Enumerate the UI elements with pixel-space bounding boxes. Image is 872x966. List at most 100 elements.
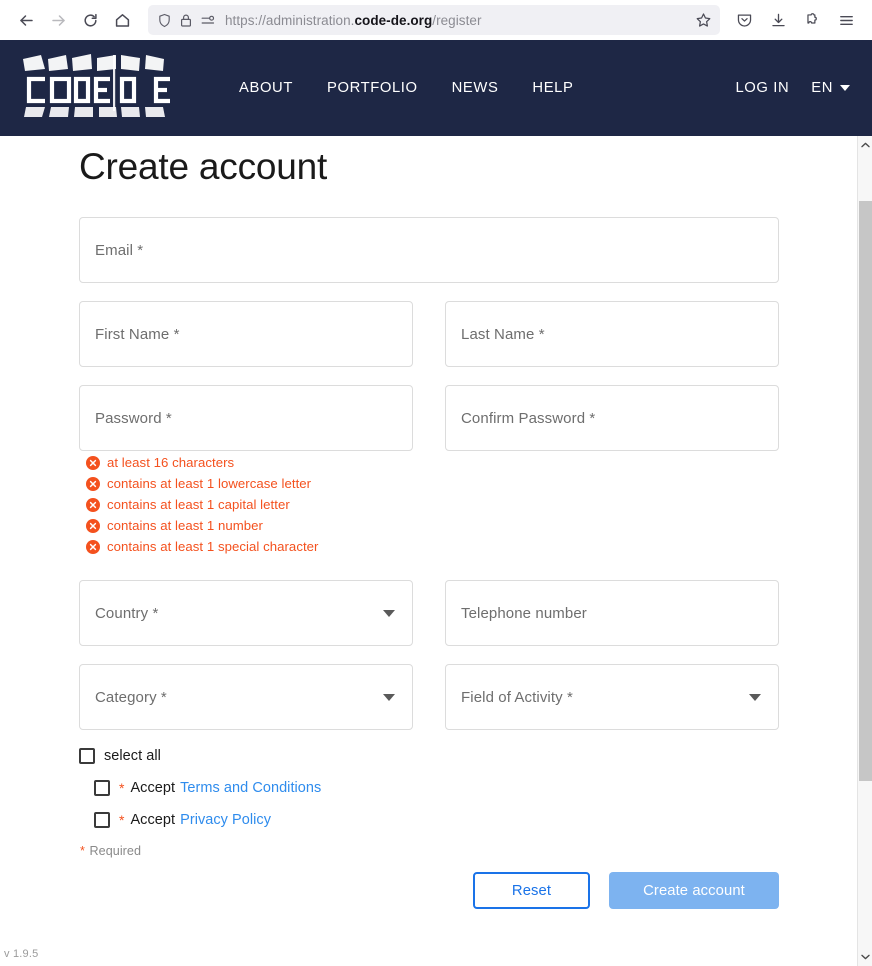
password-rule: contains at least 1 number [86,518,779,533]
password-field[interactable]: Password * [79,385,413,452]
browser-toolbar: https://administration.code-de.org/regis… [0,0,872,40]
chevron-down-icon [840,85,850,91]
accept-terms-label: Accept [130,780,176,797]
nav-item-news[interactable]: NEWS [435,74,516,102]
error-circle-icon [86,539,100,554]
back-button[interactable] [10,4,42,36]
password-rule: contains at least 1 special character [86,539,779,554]
bookmark-star-icon[interactable] [691,12,712,29]
consent-checkbox-group: select all * Accept Terms and Conditions… [79,748,779,858]
language-selector[interactable]: EN [811,80,850,96]
password-rule-text: contains at least 1 capital letter [107,497,290,513]
category-select-label: Category * [95,688,167,706]
login-link[interactable]: LOG IN [735,80,789,96]
lock-icon[interactable] [179,13,193,28]
reset-button[interactable]: Reset [473,872,590,910]
password-rule: at least 16 characters [86,455,779,470]
chevron-down-icon [383,610,395,618]
page-content: Create account Email * First Name * Last… [0,136,857,910]
scrollbar-thumb[interactable] [859,201,872,781]
header-right-actions: LOG IN EN [735,80,850,96]
confirm-password-field[interactable]: Confirm Password * [445,385,779,452]
field-of-activity-select[interactable]: Field of Activity * [445,664,779,731]
confirm-password-field-label: Confirm Password * [461,409,596,427]
telephone-field[interactable]: Telephone number [445,580,779,647]
main-navigation: ABOUT PORTFOLIO NEWS HELP [222,74,590,102]
reload-button[interactable] [74,4,106,36]
accept-privacy-row[interactable]: * Accept Privacy Policy [94,812,779,829]
password-rule-text: contains at least 1 lowercase letter [107,476,312,492]
error-circle-icon [86,497,100,512]
first-name-field-label: First Name * [95,325,180,343]
accept-terms-checkbox[interactable] [94,780,110,797]
last-name-field-label: Last Name * [461,325,545,343]
version-label: v 1.9.5 [4,948,39,960]
required-note: * Required [80,844,779,858]
forward-button[interactable] [42,4,74,36]
select-all-label: select all [104,748,161,765]
category-select[interactable]: Category * [79,664,413,731]
pocket-icon[interactable] [728,4,760,36]
create-account-button[interactable]: Create account [609,872,779,910]
select-all-checkbox[interactable] [79,748,95,765]
telephone-field-label: Telephone number [461,604,587,622]
codede-logo[interactable]: CODE DE [15,53,187,123]
language-label: EN [811,80,833,96]
app-menu-icon[interactable] [830,4,862,36]
required-note-text: Required [89,844,142,859]
nav-item-portfolio[interactable]: PORTFOLIO [310,74,435,102]
required-asterisk: * [119,780,125,797]
browser-toolbar-right [728,4,862,36]
extensions-icon[interactable] [796,4,828,36]
required-asterisk: * [80,844,85,859]
downloads-icon[interactable] [762,4,794,36]
error-circle-icon [86,518,100,533]
form-row-password: Password * Confirm Password * [79,385,779,452]
first-name-field[interactable]: First Name * [79,301,413,368]
page-title: Create account [79,146,328,187]
password-rule-text: at least 16 characters [107,455,235,471]
email-field-label: Email * [95,241,144,259]
form-row-email: Email * [79,217,779,284]
password-field-label: Password * [95,409,172,427]
nav-item-about[interactable]: ABOUT [222,74,310,102]
create-account-form: Email * First Name * Last Name * Passwor… [0,217,779,910]
page-scrollbar[interactable] [857,136,872,966]
country-select[interactable]: Country * [79,580,413,647]
select-all-row[interactable]: select all [79,748,779,765]
privacy-policy-link[interactable]: Privacy Policy [180,812,271,828]
accept-terms-row[interactable]: * Accept Terms and Conditions [94,780,779,797]
home-button[interactable] [106,4,138,36]
password-rule: contains at least 1 capital letter [86,497,779,512]
chevron-down-icon [749,694,761,702]
url-text: https://administration.code-de.org/regis… [225,12,482,28]
country-select-label: Country * [95,604,159,622]
email-field[interactable]: Email * [79,217,779,284]
scroll-down-arrow-icon[interactable] [858,949,872,965]
error-circle-icon [86,476,100,491]
nav-item-help[interactable]: HELP [515,74,590,102]
password-rule: contains at least 1 lowercase letter [86,476,779,491]
field-of-activity-select-label: Field of Activity * [461,688,573,706]
shield-icon[interactable] [157,13,172,28]
terms-and-conditions-link[interactable]: Terms and Conditions [180,780,321,796]
error-circle-icon [86,455,100,470]
address-bar[interactable]: https://administration.code-de.org/regis… [148,5,720,35]
scroll-up-arrow-icon[interactable] [858,137,872,153]
password-requirements-list: at least 16 characters contains at least… [86,455,779,556]
form-row-country-phone: Country * Telephone number [79,580,779,647]
form-row-name: First Name * Last Name * [79,301,779,368]
chevron-down-icon [383,694,395,702]
password-rule-text: contains at least 1 special character [107,539,319,555]
page-viewport: Create account Email * First Name * Last… [0,136,872,966]
site-header: CODE DE ABOUT PORTFOLIO NEWS HELP LOG IN… [0,40,872,136]
form-actions: Reset Create account [79,872,779,910]
last-name-field[interactable]: Last Name * [445,301,779,368]
form-row-category-activity: Category * Field of Activity * [79,664,779,731]
password-rule-text: contains at least 1 number [107,518,263,534]
accept-privacy-checkbox[interactable] [94,812,110,829]
site-permissions-icon[interactable] [200,13,216,28]
accept-privacy-label: Accept [130,812,176,829]
required-asterisk: * [119,812,125,829]
